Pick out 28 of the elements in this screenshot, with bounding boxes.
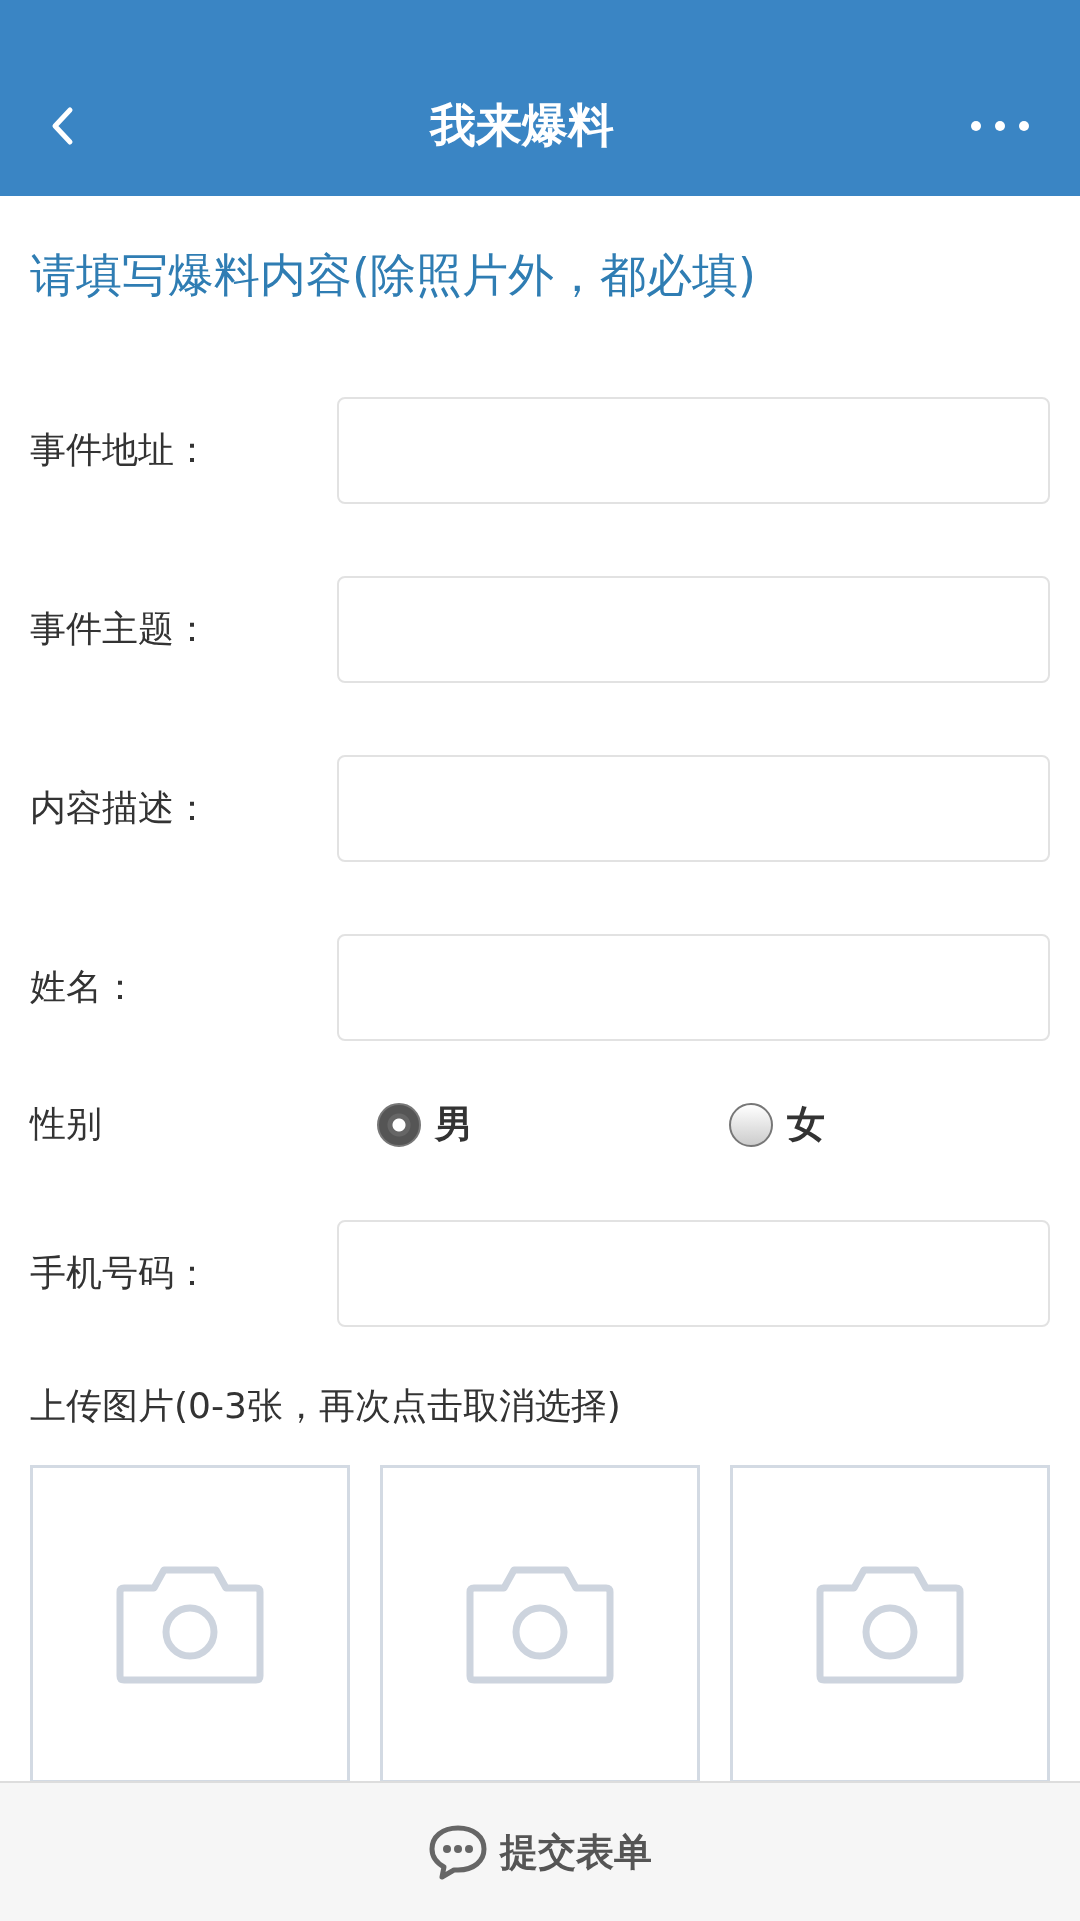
- page-title: 我来爆料: [430, 97, 614, 154]
- field-label: 姓名：: [30, 965, 139, 1009]
- more-icon[interactable]: [970, 120, 1030, 132]
- input-field[interactable]: [337, 1220, 1050, 1327]
- radio-button[interactable]: [377, 1102, 421, 1147]
- radio-button[interactable]: [729, 1102, 773, 1147]
- chat-icon: [428, 1824, 488, 1880]
- form-heading: 请填写爆料内容(除照片外，都必填): [30, 247, 757, 304]
- photo-slot[interactable]: [380, 1465, 700, 1781]
- camera-icon: [466, 1564, 614, 1684]
- photo-slot[interactable]: [730, 1465, 1050, 1781]
- option-label[interactable]: 女: [787, 1099, 825, 1150]
- option-label[interactable]: 男: [435, 1099, 473, 1150]
- submit-button[interactable]: 提交表单: [428, 1824, 652, 1880]
- back-icon[interactable]: [50, 106, 74, 146]
- field-label: 事件地址：: [30, 428, 211, 472]
- input-field[interactable]: [337, 397, 1050, 504]
- field-label: 内容描述：: [30, 786, 211, 830]
- camera-icon: [116, 1564, 264, 1684]
- photo-slot[interactable]: [30, 1465, 350, 1781]
- field-label: 性别: [30, 1102, 103, 1146]
- input-field[interactable]: [337, 755, 1050, 862]
- upload-label: 上传图片(0-3张，再次点击取消选择): [30, 1384, 622, 1428]
- input-field[interactable]: [337, 934, 1050, 1041]
- field-label: 手机号码：: [30, 1251, 211, 1295]
- input-field[interactable]: [337, 576, 1050, 683]
- field-label: 事件主题：: [30, 607, 211, 651]
- camera-icon: [816, 1564, 964, 1684]
